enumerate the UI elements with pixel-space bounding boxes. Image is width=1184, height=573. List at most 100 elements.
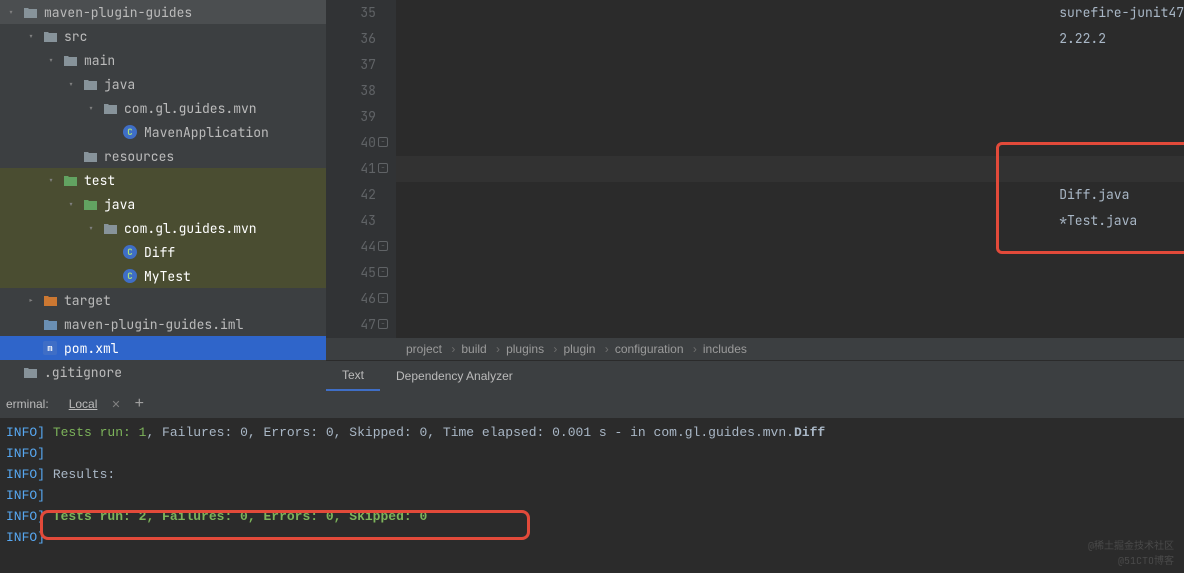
tree-item[interactable]: ▾main <box>0 48 326 72</box>
file-icon <box>82 196 98 212</box>
line-number[interactable]: 42 <box>326 182 376 208</box>
code-line[interactable]: surefire-junit47 <box>396 0 1184 26</box>
tree-label: Diff <box>144 244 175 261</box>
fold-icon[interactable]: − <box>378 241 388 251</box>
chevron-icon[interactable]: ▾ <box>68 198 82 211</box>
breadcrumb-item[interactable]: plugin <box>563 342 614 356</box>
chevron-icon[interactable]: ▸ <box>28 294 42 307</box>
line-number[interactable]: 35 <box>326 0 376 26</box>
tree-label: maven-plugin-guides <box>44 4 192 21</box>
tree-label: MyTest <box>144 268 191 285</box>
terminal-add-icon[interactable]: + <box>135 395 144 413</box>
tab-text[interactable]: Text <box>326 361 380 391</box>
code-line[interactable]: *Test.java <box>396 208 1184 234</box>
tree-item[interactable]: resources <box>0 144 326 168</box>
terminal-output[interactable]: INFO] Tests run: 1, Failures: 0, Errors:… <box>0 418 1184 573</box>
code-line[interactable] <box>396 156 1184 182</box>
code-line[interactable] <box>396 52 1184 78</box>
line-number[interactable]: 44− <box>326 234 376 260</box>
chevron-icon[interactable]: ▾ <box>88 222 102 235</box>
editor-tabs[interactable]: Text Dependency Analyzer <box>326 360 1184 390</box>
terminal[interactable]: erminal: Local ✕ + INFO] Tests run: 1, F… <box>0 390 1184 573</box>
project-tree[interactable]: ▾maven-plugin-guides▾src▾main▾java▾com.g… <box>0 0 326 390</box>
file-icon <box>42 292 58 308</box>
chevron-icon[interactable]: ▾ <box>88 102 102 115</box>
fold-icon[interactable]: − <box>378 267 388 277</box>
breadcrumb[interactable]: projectbuildpluginspluginconfigurationin… <box>326 338 1184 360</box>
file-icon <box>102 220 118 236</box>
fold-icon[interactable]: − <box>378 163 388 173</box>
fold-icon[interactable]: − <box>378 137 388 147</box>
chevron-icon[interactable]: ▾ <box>48 54 62 67</box>
chevron-icon[interactable]: ▾ <box>8 6 22 19</box>
code-line[interactable] <box>396 104 1184 130</box>
tree-label: .gitignore <box>44 364 122 381</box>
breadcrumb-item[interactable]: project <box>406 342 461 356</box>
terminal-line: INFO] Results: <box>6 464 1178 485</box>
code-line[interactable] <box>396 286 1184 312</box>
tree-item[interactable]: C MyTest <box>0 264 326 288</box>
breadcrumb-item[interactable]: plugins <box>506 342 563 356</box>
tree-item[interactable]: ▾src <box>0 24 326 48</box>
line-number[interactable]: 37 <box>326 52 376 78</box>
tree-item[interactable]: CDiff <box>0 240 326 264</box>
tree-label: maven-plugin-guides.iml <box>64 316 243 333</box>
line-number[interactable]: 41− <box>326 156 376 182</box>
terminal-tab-local[interactable]: Local <box>59 397 108 411</box>
chevron-icon[interactable]: ▾ <box>48 174 62 187</box>
chevron-icon[interactable]: ▾ <box>68 78 82 91</box>
terminal-line: INFO] Tests run: 1, Failures: 0, Errors:… <box>6 422 1178 443</box>
tree-item[interactable]: m pom.xml <box>0 336 326 360</box>
breadcrumb-item[interactable]: includes <box>703 342 747 356</box>
file-icon <box>82 148 98 164</box>
fold-icon[interactable]: − <box>378 319 388 329</box>
file-icon <box>102 100 118 116</box>
line-number[interactable]: 38 <box>326 78 376 104</box>
tree-label: pom.xml <box>64 340 119 357</box>
code-line[interactable] <box>396 260 1184 286</box>
code-line[interactable] <box>396 130 1184 156</box>
tree-item[interactable]: ▾java <box>0 72 326 96</box>
file-icon <box>82 76 98 92</box>
chevron-icon[interactable]: ▾ <box>28 30 42 43</box>
file-icon: C <box>122 124 138 140</box>
file-icon: C <box>122 268 138 284</box>
tree-item[interactable]: ▾ java <box>0 192 326 216</box>
breadcrumb-item[interactable]: build <box>461 342 506 356</box>
tab-dependency-analyzer[interactable]: Dependency Analyzer <box>380 361 529 391</box>
code[interactable]: surefire-junit47 2.22.2 <box>396 0 1184 338</box>
tree-item[interactable]: maven-plugin-guides.iml <box>0 312 326 336</box>
tree-item[interactable]: ▸ target <box>0 288 326 312</box>
tree-label: java <box>104 196 135 213</box>
tree-item[interactable]: ▾ com.gl.guides.mvn <box>0 96 326 120</box>
fold-icon[interactable]: − <box>378 293 388 303</box>
file-icon: m <box>42 340 58 356</box>
code-line[interactable] <box>396 78 1184 104</box>
tree-label: com.gl.guides.mvn <box>124 100 257 117</box>
tree-label: com.gl.guides.mvn <box>124 220 257 237</box>
tree-item[interactable]: ▾ com.gl.guides.mvn <box>0 216 326 240</box>
tree-label: target <box>64 292 111 309</box>
terminal-tab-close-icon[interactable]: ✕ <box>111 398 120 411</box>
code-line[interactable] <box>396 234 1184 260</box>
line-number[interactable]: 47− <box>326 312 376 338</box>
breadcrumb-item[interactable]: configuration <box>615 342 703 356</box>
file-icon <box>22 364 38 380</box>
line-number[interactable]: 36 <box>326 26 376 52</box>
editor: 353637383940−41−424344−45−46−47− surefir… <box>326 0 1184 390</box>
line-number[interactable]: 43 <box>326 208 376 234</box>
tree-item[interactable]: .gitignore <box>0 360 326 384</box>
line-number[interactable]: 46− <box>326 286 376 312</box>
tree-item[interactable]: ▾test <box>0 168 326 192</box>
code-line[interactable]: Diff.java <box>396 182 1184 208</box>
tree-item[interactable]: CMavenApplication <box>0 120 326 144</box>
line-number[interactable]: 45− <box>326 260 376 286</box>
terminal-header: erminal: Local ✕ + <box>0 390 1184 418</box>
code-line[interactable]: 2.22.2 <box>396 26 1184 52</box>
tree-item[interactable]: ▾ maven-plugin-guides <box>0 0 326 24</box>
tree-label: resources <box>104 148 174 165</box>
file-icon <box>62 172 78 188</box>
line-number[interactable]: 40− <box>326 130 376 156</box>
line-number[interactable]: 39 <box>326 104 376 130</box>
code-line[interactable] <box>396 312 1184 338</box>
